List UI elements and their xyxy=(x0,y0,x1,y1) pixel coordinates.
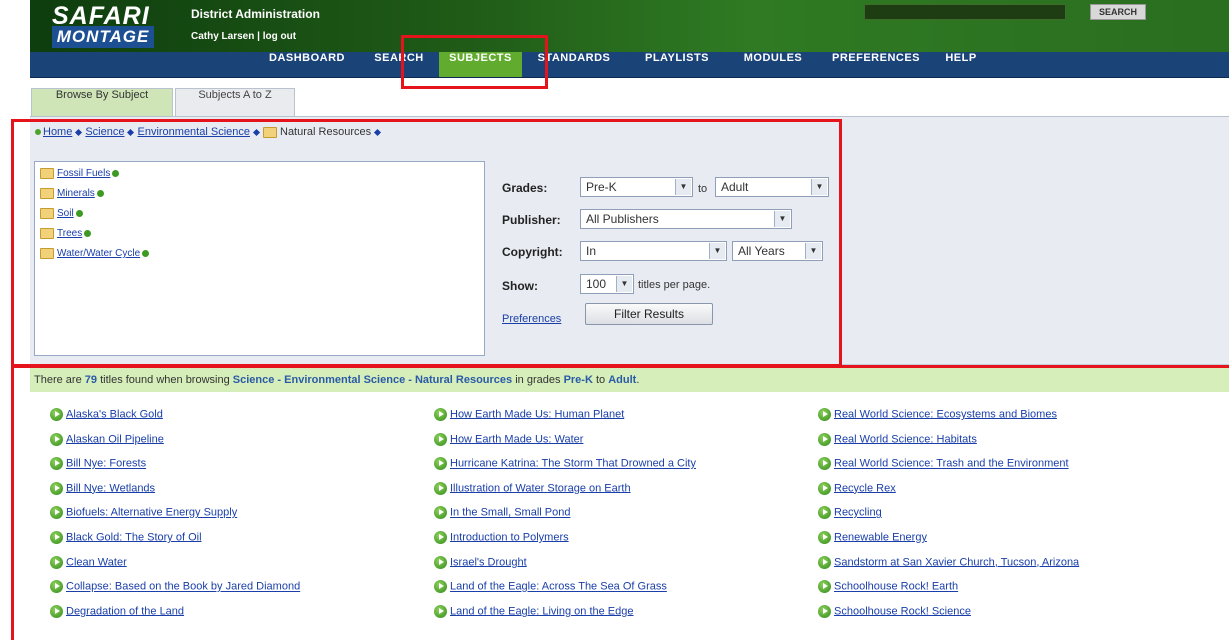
site-header: SAFARI MONTAGE District Administration C… xyxy=(30,0,1229,52)
user-name: Cathy Larsen xyxy=(191,31,255,42)
tab-subjects-a-to-z[interactable]: Subjects A to Z xyxy=(175,88,295,116)
highlight-box-results xyxy=(11,365,1229,640)
logout-link[interactable]: log out xyxy=(263,31,296,42)
search-button[interactable]: SEARCH xyxy=(1090,4,1146,20)
highlight-box-subjects xyxy=(401,35,548,89)
nav-dashboard[interactable]: DASHBOARD xyxy=(257,52,357,77)
main-nav: DASHBOARD SEARCH SUBJECTS STANDARDS PLAY… xyxy=(30,52,1229,78)
logo-montage[interactable]: MONTAGE xyxy=(52,26,154,48)
user-line: Cathy Larsen | log out xyxy=(191,31,296,42)
nav-preferences[interactable]: PREFERENCES xyxy=(820,52,932,77)
tab-browse-by-subject[interactable]: Browse By Subject xyxy=(31,88,173,116)
search-input[interactable] xyxy=(864,4,1066,20)
nav-modules[interactable]: MODULES xyxy=(732,52,814,77)
nav-help[interactable]: HELP xyxy=(936,52,986,77)
user-separator: | xyxy=(257,31,260,42)
highlight-box-filter-panel xyxy=(11,119,842,367)
nav-playlists[interactable]: PLAYLISTS xyxy=(628,52,726,77)
district-title: District Administration xyxy=(191,7,320,21)
